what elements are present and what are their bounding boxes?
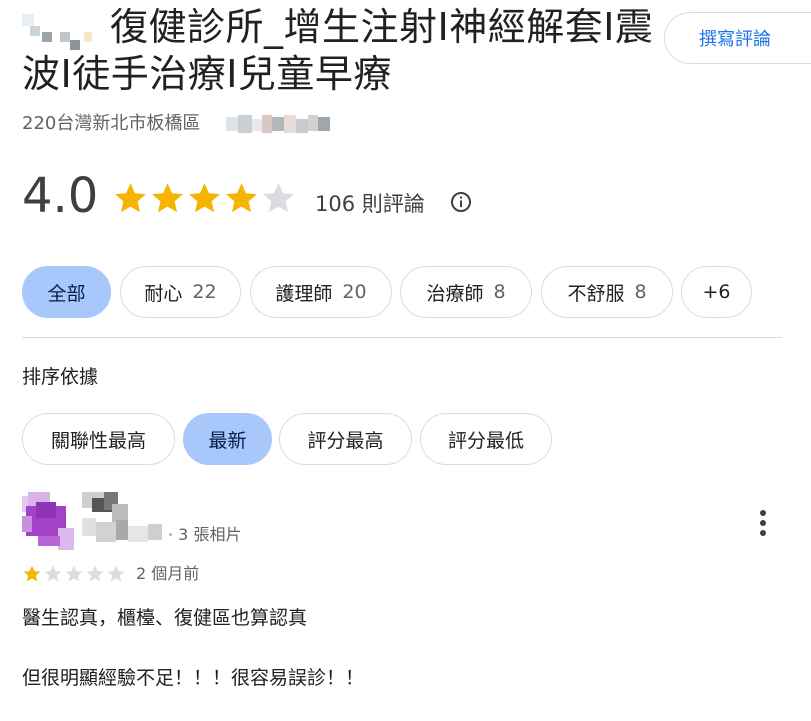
- write-review-label: 撰寫評論: [699, 29, 771, 50]
- rating-value: 4.0: [22, 168, 99, 224]
- sort-option-label: 評分最低: [447, 429, 524, 452]
- topic-chip-count: 8: [493, 281, 506, 303]
- more-vert-icon[interactable]: [753, 508, 773, 540]
- topic-chip-count: 20: [342, 281, 367, 303]
- reviewer-name-redacted[interactable]: [82, 492, 168, 544]
- write-review-button[interactable]: 撰寫評論: [664, 12, 811, 64]
- topic-chip-label: 治療師: [426, 282, 484, 305]
- review-text-line-1: 醫生認真，櫃檯、復健區也算認真: [22, 607, 308, 629]
- topic-chip-count: 22: [192, 281, 217, 303]
- info-icon[interactable]: [450, 191, 472, 213]
- star-empty-icon: [44, 565, 62, 582]
- star-filled-icon: [189, 183, 220, 213]
- topic-chip-label: 護理師: [275, 282, 333, 305]
- sort-option-label: 評分最高: [307, 429, 384, 452]
- place-address: 220台灣新北市板橋區: [22, 113, 201, 134]
- reviewer-meta: · 3 張相片: [168, 525, 242, 544]
- topic-chip[interactable]: 耐心 22: [120, 266, 241, 318]
- star-filled-icon: [23, 565, 41, 582]
- topic-chip-count: 8: [634, 281, 647, 303]
- star-filled-icon: [115, 183, 146, 213]
- topic-chip[interactable]: 治療師 8: [400, 266, 532, 318]
- sort-option-label: 關聯性最高: [50, 429, 146, 452]
- reviewer-avatar[interactable]: [22, 492, 74, 554]
- star-empty-icon: [86, 565, 104, 582]
- review-time: 2 個月前: [136, 564, 200, 583]
- place-title: 復健診所_增生注射I神經解套I震波I徒手治療I兒童早療: [22, 5, 654, 96]
- topic-chip[interactable]: +6: [681, 266, 752, 318]
- address-redacted: [226, 115, 336, 133]
- topic-chip-label: 全部: [47, 282, 86, 305]
- star-empty-icon: [65, 565, 83, 582]
- topic-chip[interactable]: 護理師 20: [250, 266, 392, 318]
- sort-option-chip[interactable]: 評分最高: [279, 413, 412, 465]
- review-text-line-2: 但很明顯經驗不足！！！很容易誤診！！: [22, 667, 365, 689]
- sort-option-chip[interactable]: 評分最低: [420, 413, 552, 465]
- sort-option-chip[interactable]: 最新: [183, 413, 272, 465]
- topic-chip[interactable]: 不舒服 8: [541, 266, 673, 318]
- star-filled-icon: [226, 183, 257, 213]
- sort-option-chip[interactable]: 關聯性最高: [22, 413, 175, 465]
- review-count[interactable]: 106 則評論: [315, 189, 425, 219]
- topic-chip-label: +6: [702, 281, 731, 303]
- topic-chip-label: 耐心: [144, 282, 183, 305]
- sort-option-label: 最新: [208, 429, 247, 452]
- star-empty-icon: [107, 565, 125, 582]
- sort-label: 排序依據: [22, 366, 99, 388]
- review-stars: [22, 564, 127, 584]
- divider: [22, 337, 782, 338]
- topic-chip[interactable]: 全部: [22, 266, 111, 318]
- topic-chip-label: 不舒服: [567, 282, 625, 305]
- star-filled-icon: [152, 183, 183, 213]
- rating-stars: [112, 180, 297, 217]
- star-empty-icon: [263, 183, 294, 213]
